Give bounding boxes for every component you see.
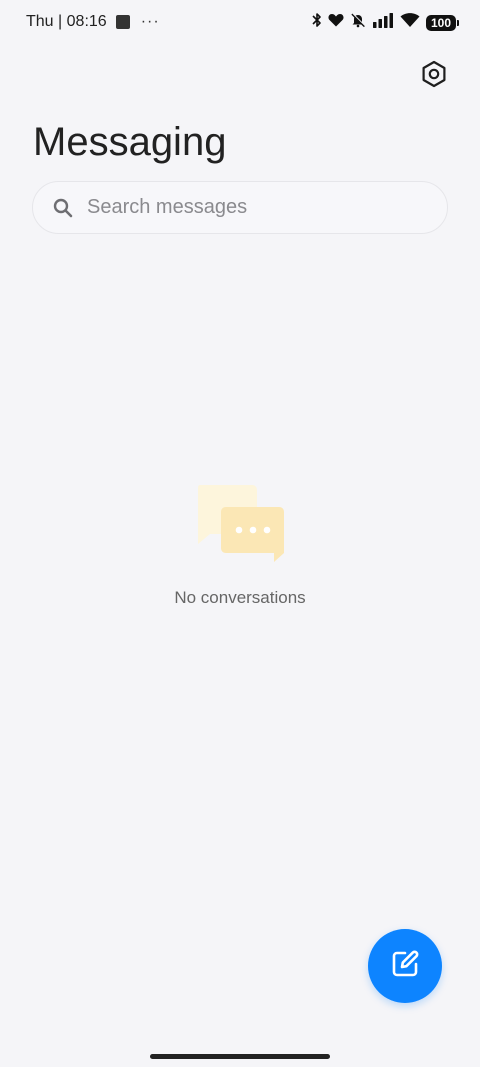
status-time: 08:16 — [66, 13, 107, 30]
bluetooth-icon — [312, 12, 322, 33]
compose-icon — [390, 949, 420, 984]
status-separator: | — [58, 13, 63, 30]
search-icon — [53, 198, 73, 218]
status-bar: Thu | 08:16 ··· 100 — [0, 0, 480, 48]
status-right: 100 — [312, 12, 459, 33]
search-input[interactable] — [85, 195, 419, 220]
search-bar[interactable] — [32, 181, 448, 234]
compose-button[interactable] — [368, 929, 442, 1003]
status-left: Thu | 08:16 ··· — [26, 13, 160, 31]
heart-icon — [328, 13, 344, 32]
page-title: Messaging — [33, 120, 227, 164]
status-day: Thu — [26, 13, 54, 30]
bell-off-icon — [350, 12, 366, 33]
signal-icon — [372, 12, 394, 33]
settings-button[interactable] — [418, 60, 450, 92]
home-indicator[interactable] — [150, 1054, 330, 1059]
notification-icon — [115, 15, 130, 29]
settings-hexagon-icon — [421, 60, 447, 93]
more-notifications-icon: ··· — [140, 13, 160, 30]
empty-state-text: No conversations — [174, 588, 306, 607]
status-clock: Thu | 08:16 — [26, 13, 107, 31]
battery-level: 100 — [430, 15, 452, 30]
wifi-icon — [400, 12, 420, 33]
battery-icon: 100 — [426, 14, 459, 31]
chat-bubbles-icon — [194, 483, 286, 565]
